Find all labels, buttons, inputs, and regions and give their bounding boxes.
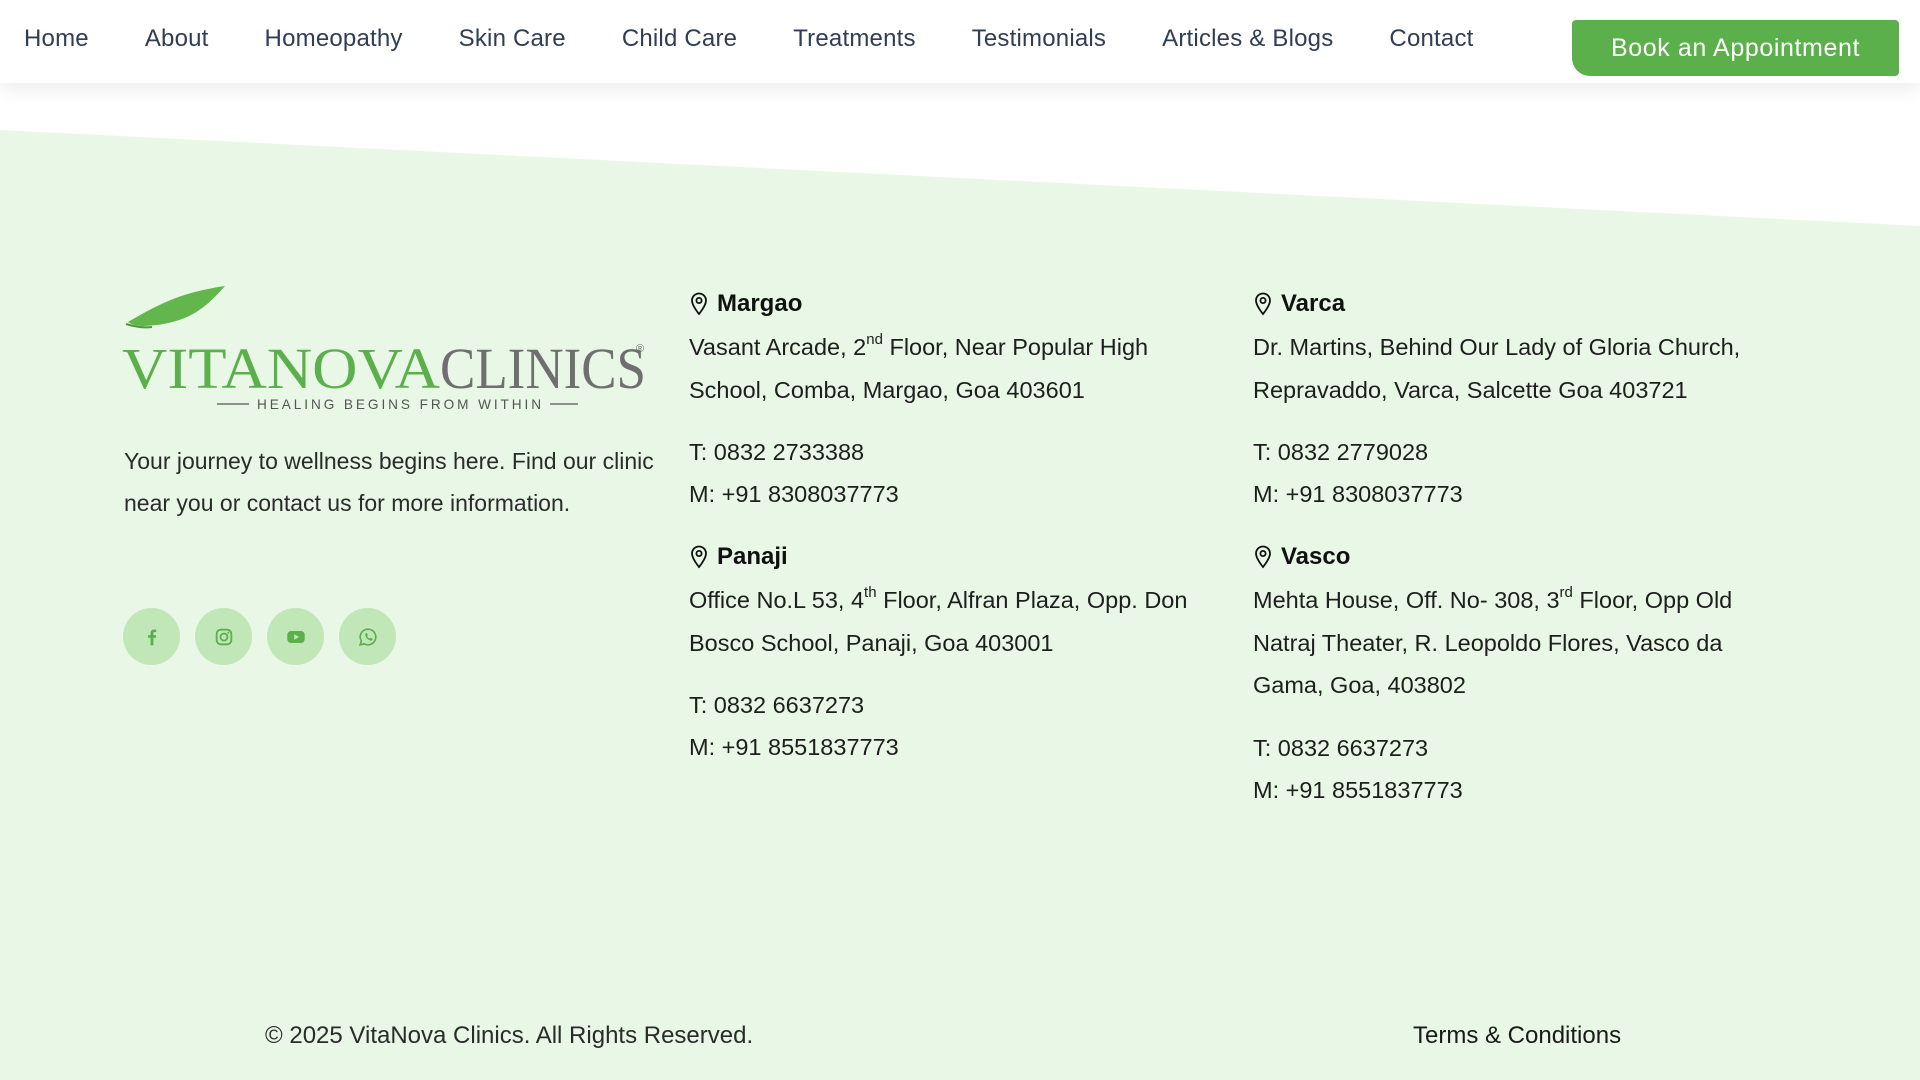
nav-articles-blogs[interactable]: Articles & Blogs — [1162, 25, 1333, 53]
location-pin-icon — [1253, 545, 1273, 569]
leaf-icon — [128, 286, 225, 326]
clinic-mobile[interactable]: M: +91 8551837773 — [1253, 769, 1793, 811]
clinic-varca: Varca Dr. Martins, Behind Our Lady of Gl… — [1253, 288, 1793, 515]
clinic-address: Office No.L 53, 4th Floor, Alfran Plaza,… — [689, 584, 1188, 656]
top-navigation: Home About Homeopathy Skin Care Child Ca… — [0, 0, 1920, 83]
location-pin-icon — [689, 545, 709, 569]
nav-about[interactable]: About — [145, 25, 209, 53]
clinic-telephone[interactable]: T: 0832 2779028 — [1253, 431, 1793, 473]
clinic-phones: T: 0832 2733388 M: +91 8308037773 — [689, 431, 1229, 515]
clinic-phones: T: 0832 2779028 M: +91 8308037773 — [1253, 431, 1793, 515]
clinic-address: Dr. Martins, Behind Our Lady of Gloria C… — [1253, 334, 1741, 403]
clinic-name: Vasco — [1281, 543, 1351, 570]
social-links — [123, 608, 396, 665]
whatsapp-icon[interactable] — [339, 608, 396, 665]
clinic-telephone[interactable]: T: 0832 6637273 — [1253, 727, 1793, 769]
logo-clinics: CLINICS — [440, 336, 646, 401]
copyright-text: © 2025 VitaNova Clinics. All Rights Rese… — [265, 1022, 754, 1049]
clinic-address: Mehta House, Off. No- 308, 3rd Floor, Op… — [1253, 584, 1733, 698]
registered-mark: ® — [636, 343, 644, 355]
nav-homeopathy[interactable]: Homeopathy — [265, 25, 403, 53]
clinic-name: Varca — [1281, 290, 1346, 317]
logo-tagline: HEALING BEGINS FROM WITHIN — [257, 396, 544, 412]
clinic-mobile[interactable]: M: +91 8308037773 — [1253, 473, 1793, 515]
clinic-margao: Margao Vasant Arcade, 2nd Floor, Near Po… — [689, 288, 1229, 515]
nav-skin-care[interactable]: Skin Care — [459, 25, 566, 53]
clinic-address: Vasant Arcade, 2nd Floor, Near Popular H… — [689, 331, 1149, 403]
nav-home[interactable]: Home — [24, 25, 89, 53]
nav-contact[interactable]: Contact — [1389, 25, 1473, 53]
nav-child-care[interactable]: Child Care — [622, 25, 737, 53]
clinic-name: Panaji — [717, 543, 788, 570]
location-pin-icon — [689, 292, 709, 316]
instagram-icon[interactable] — [195, 608, 252, 665]
location-pin-icon — [1253, 292, 1273, 316]
logo-vitanova: VITANOVA — [122, 336, 440, 401]
clinic-panaji: Panaji Office No.L 53, 4th Floor, Alfran… — [689, 541, 1229, 768]
clinic-name: Margao — [717, 290, 803, 317]
clinic-mobile[interactable]: M: +91 8551837773 — [689, 726, 1229, 768]
footer-description: Your journey to wellness begins here. Fi… — [124, 448, 654, 516]
book-appointment-button[interactable]: Book an Appointment — [1572, 20, 1899, 76]
terms-link[interactable]: Terms & Conditions — [1413, 1022, 1621, 1050]
clinic-vasco: Vasco Mehta House, Off. No- 308, 3rd Flo… — [1253, 541, 1793, 811]
youtube-icon[interactable] — [267, 608, 324, 665]
clinic-telephone[interactable]: T: 0832 2733388 — [689, 431, 1229, 473]
vitanova-logo[interactable]: VITANOVA CLINICS ® HEALING BEGINS FROM W… — [122, 280, 650, 420]
clinic-mobile[interactable]: M: +91 8308037773 — [689, 473, 1229, 515]
nav-treatments[interactable]: Treatments — [793, 25, 915, 53]
nav-links: Home About Homeopathy Skin Care Child Ca… — [24, 0, 1474, 78]
clinic-telephone[interactable]: T: 0832 6637273 — [689, 684, 1229, 726]
nav-testimonials[interactable]: Testimonials — [972, 25, 1106, 53]
clinic-phones: T: 0832 6637273 M: +91 8551837773 — [1253, 727, 1793, 811]
facebook-icon[interactable] — [123, 608, 180, 665]
clinic-phones: T: 0832 6637273 M: +91 8551837773 — [689, 684, 1229, 768]
